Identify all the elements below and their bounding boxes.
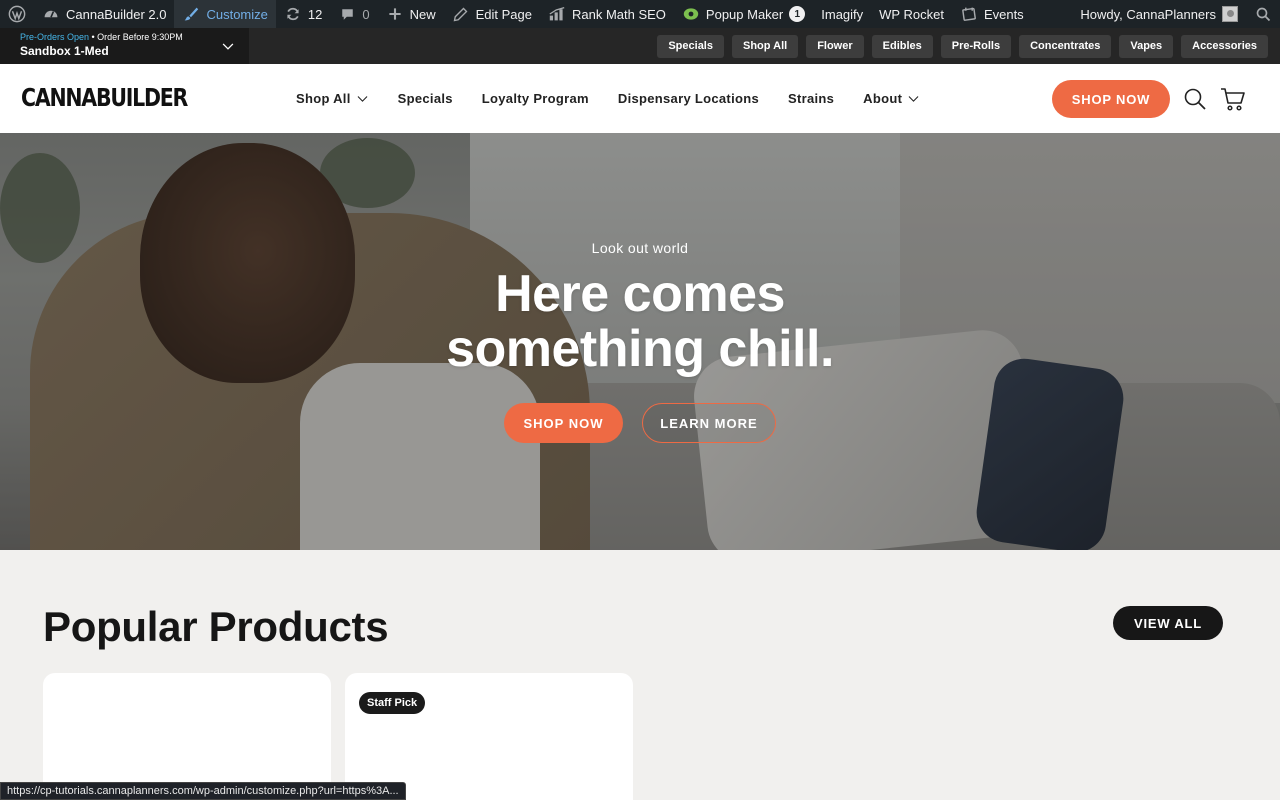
- search-icon: [1254, 5, 1272, 23]
- nav-strains-label: Strains: [788, 91, 835, 106]
- main-navigation: Shop All Specials Loyalty Program Dispen…: [296, 64, 920, 133]
- nav-shop-all[interactable]: Shop All: [296, 91, 369, 106]
- store-status-order-before: • Order Before 9:30PM: [89, 32, 183, 42]
- hero-content: Look out world Here comes something chil…: [0, 133, 1280, 550]
- refresh-icon: [284, 5, 302, 23]
- wp-rocket-label: WP Rocket: [879, 6, 944, 22]
- updates-count: 12: [307, 6, 323, 22]
- store-status: Pre-Orders Open • Order Before 9:30PM: [20, 32, 229, 42]
- comment-bubble-icon: [338, 5, 356, 23]
- customize-menu[interactable]: Customize: [174, 0, 276, 28]
- nav-about-label: About: [863, 91, 903, 106]
- product-card[interactable]: Staff Pick: [345, 673, 633, 800]
- popup-maker-menu[interactable]: Popup Maker 1: [674, 0, 813, 28]
- calendar-icon: [960, 5, 978, 23]
- edit-page-menu[interactable]: Edit Page: [444, 0, 540, 28]
- category-pill-shop-all[interactable]: Shop All: [731, 34, 799, 58]
- store-selector[interactable]: Pre-Orders Open • Order Before 9:30PM Sa…: [0, 28, 249, 64]
- new-content-menu[interactable]: New: [378, 0, 444, 28]
- staff-pick-badge: Staff Pick: [359, 692, 426, 714]
- category-pill-concentrates[interactable]: Concentrates: [1019, 34, 1112, 58]
- site-logo[interactable]: CANNABUILDER: [21, 83, 188, 112]
- store-status-open: Pre-Orders Open: [20, 32, 90, 42]
- events-menu[interactable]: Events: [952, 0, 1032, 28]
- plus-icon: [386, 5, 404, 23]
- popup-maker-label: Popup Maker: [705, 6, 784, 22]
- my-account-menu[interactable]: Howdy, CannaPlanners: [1072, 0, 1246, 28]
- category-pill-accessories[interactable]: Accessories: [1181, 34, 1268, 58]
- hero-eyebrow: Look out world: [591, 240, 689, 256]
- avatar: [1222, 6, 1238, 22]
- nav-dispensary-locations-label: Dispensary Locations: [617, 91, 759, 106]
- category-pills: Specials Shop All Flower Edibles Pre-Rol…: [657, 34, 1280, 58]
- category-pill-edibles[interactable]: Edibles: [871, 34, 933, 58]
- nav-about[interactable]: About: [863, 91, 920, 106]
- rank-math-chart-icon: [548, 5, 566, 23]
- popular-products-title: Popular Products: [43, 603, 389, 650]
- nav-strains[interactable]: Strains: [788, 91, 834, 106]
- admin-search-button[interactable]: [1246, 0, 1280, 28]
- nav-specials-label: Specials: [397, 91, 453, 106]
- paintbrush-icon: [182, 5, 200, 23]
- header-shop-now-button[interactable]: SHOP NOW: [1052, 80, 1170, 118]
- chevron-down-icon: [222, 43, 234, 50]
- product-card[interactable]: [43, 673, 331, 800]
- customize-label: Customize: [206, 6, 268, 22]
- imagify-menu[interactable]: Imagify: [813, 0, 871, 28]
- rank-math-menu[interactable]: Rank Math SEO: [540, 0, 674, 28]
- wordpress-icon: [8, 5, 26, 23]
- nav-loyalty-program[interactable]: Loyalty Program: [482, 91, 589, 106]
- category-pill-pre-rolls[interactable]: Pre-Rolls: [940, 34, 1012, 58]
- comments-menu[interactable]: 0: [330, 0, 377, 28]
- wp-rocket-menu[interactable]: WP Rocket: [871, 0, 952, 28]
- category-pill-flower[interactable]: Flower: [806, 34, 864, 58]
- nav-shop-all-label: Shop All: [296, 91, 351, 106]
- wordpress-logo-menu[interactable]: [0, 0, 34, 28]
- site-name-menu[interactable]: CannaBuilder 2.0: [34, 0, 174, 28]
- chevron-down-icon: [908, 96, 919, 102]
- hero-headline: Here comes something chill.: [0, 267, 1280, 377]
- category-pill-vapes[interactable]: Vapes: [1119, 34, 1174, 58]
- new-label: New: [409, 6, 436, 22]
- popup-maker-icon: [682, 5, 700, 23]
- hero-learn-more-button[interactable]: LEARN MORE: [642, 403, 776, 443]
- category-pill-specials[interactable]: Specials: [657, 34, 724, 58]
- nav-loyalty-program-label: Loyalty Program: [481, 91, 589, 106]
- howdy-label: Howdy, CannaPlanners: [1080, 6, 1216, 22]
- imagify-label: Imagify: [821, 6, 864, 22]
- chevron-down-icon: [357, 96, 368, 102]
- events-label: Events: [983, 6, 1024, 22]
- dashboard-gauge-icon: [42, 5, 60, 23]
- hero-shop-now-button[interactable]: SHOP NOW: [504, 403, 623, 443]
- comments-count: 0: [362, 6, 370, 22]
- site-name-label: CannaBuilder 2.0: [66, 6, 167, 22]
- hero-banner: Look out world Here comes something chil…: [0, 133, 1280, 550]
- popup-maker-badge: 1: [789, 6, 806, 22]
- cart-icon[interactable]: [1220, 86, 1246, 112]
- view-all-button[interactable]: VIEW ALL: [1113, 606, 1223, 640]
- search-icon[interactable]: [1183, 87, 1207, 111]
- updates-menu[interactable]: 12: [276, 0, 330, 28]
- rank-math-label: Rank Math SEO: [571, 6, 666, 22]
- store-category-bar: Pre-Orders Open • Order Before 9:30PM Sa…: [0, 28, 1280, 64]
- hero-headline-line-2: something chill.: [446, 320, 834, 378]
- store-name: Sandbox 1-Med: [20, 44, 109, 58]
- edit-page-label: Edit Page: [475, 6, 532, 22]
- nav-dispensary-locations[interactable]: Dispensary Locations: [618, 91, 759, 106]
- hero-headline-line-1: Here comes: [495, 265, 785, 323]
- pencil-icon: [452, 5, 470, 23]
- site-header: CANNABUILDER Shop All Specials Loyalty P…: [0, 64, 1280, 133]
- nav-specials[interactable]: Specials: [398, 91, 453, 106]
- link-status-url: https://cp-tutorials.cannaplanners.com/w…: [0, 782, 406, 800]
- wp-admin-bar: CannaBuilder 2.0 Customize 12 0 New Edit…: [0, 0, 1280, 28]
